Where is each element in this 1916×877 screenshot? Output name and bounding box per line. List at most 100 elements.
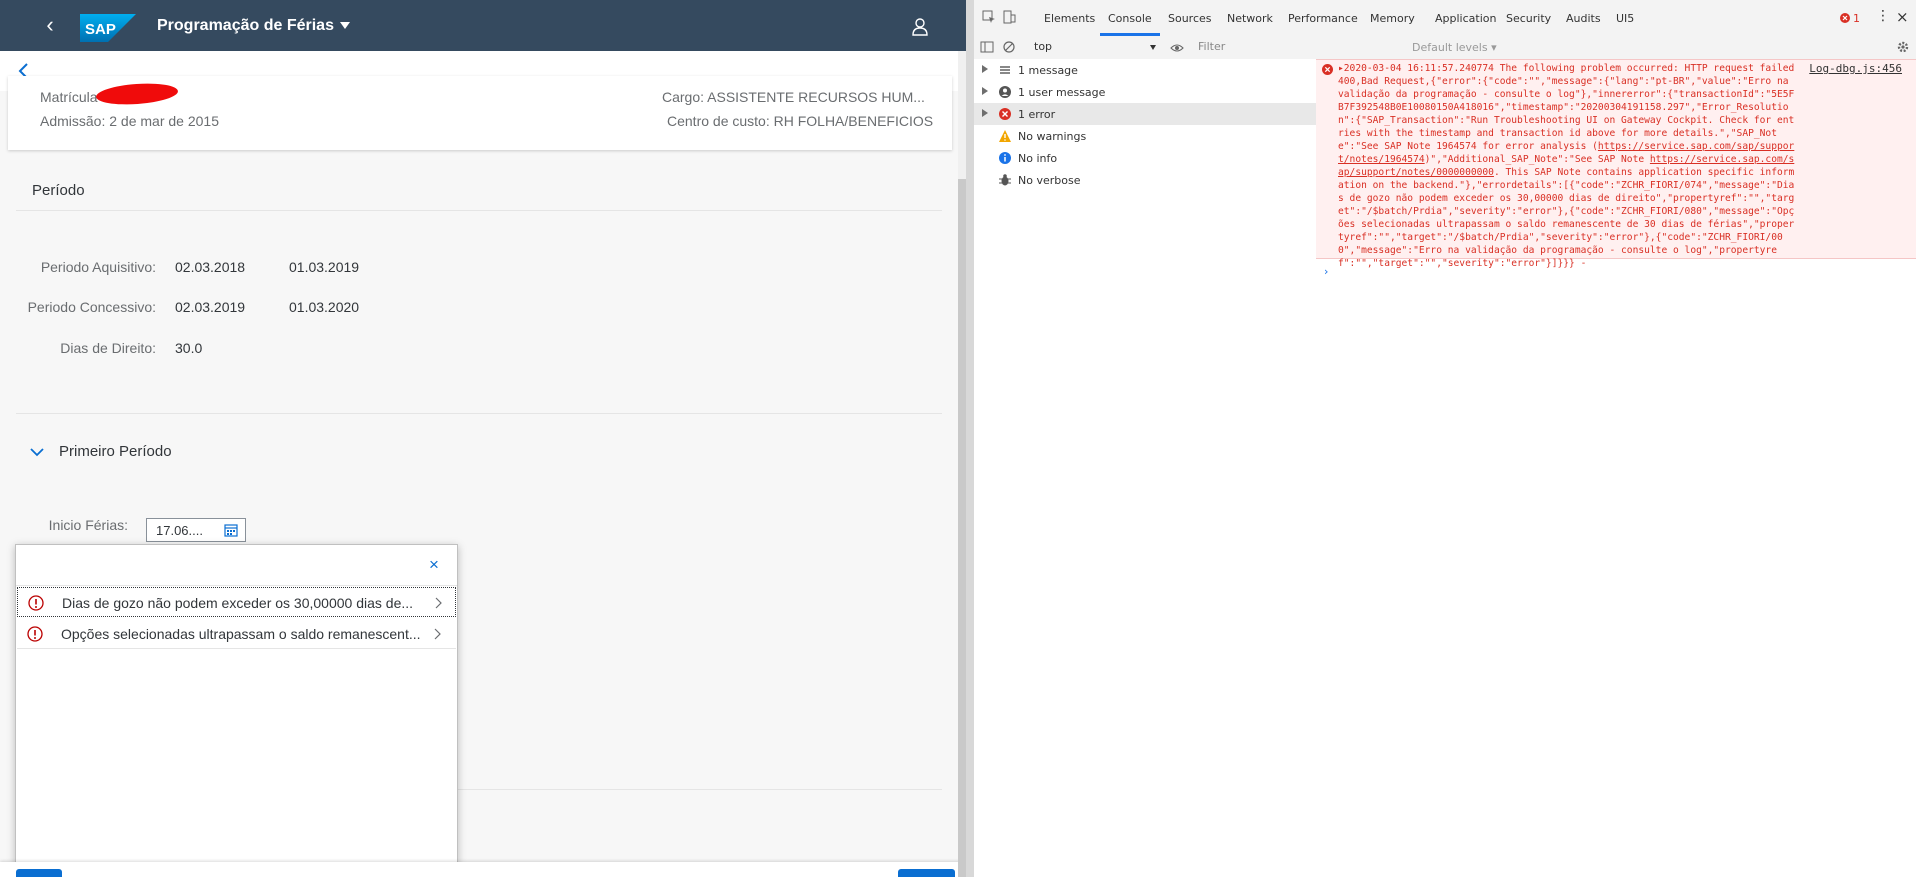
list-icon	[1000, 66, 1010, 74]
divider	[16, 413, 942, 414]
levels-label: Default levels	[1412, 41, 1488, 54]
expand-arrow-icon[interactable]	[982, 87, 988, 95]
sidebar-item-info[interactable]: No info	[974, 147, 1316, 169]
error-icon	[28, 595, 44, 611]
tab-performance[interactable]: Performance	[1288, 12, 1358, 25]
calendar-icon[interactable]	[224, 523, 238, 537]
tab-console[interactable]: Console	[1108, 12, 1152, 25]
scrollbar-thumb[interactable]	[958, 51, 966, 179]
inicio-ferias-value: 17.06....	[156, 523, 203, 538]
console-sidebar: 1 message 1 user message 1 error No warn…	[974, 59, 1317, 877]
inicio-ferias-label: Inicio Férias:	[48, 517, 128, 533]
device-toolbar-icon[interactable]	[1002, 10, 1016, 24]
sidebar-item-label: No info	[1018, 152, 1058, 165]
admissao-text: Admissão: 2 de mar de 2015	[40, 113, 219, 129]
close-icon[interactable]: ×	[426, 556, 442, 573]
sidebar-item-label: 1 error	[1018, 108, 1056, 121]
primeiro-periodo-title[interactable]: Primeiro Período	[59, 443, 172, 460]
expand-arrow-icon[interactable]	[982, 65, 988, 73]
matricula-label: Matrícula	[40, 89, 98, 105]
tab-elements[interactable]: Elements	[1044, 12, 1095, 25]
periodo-title: Período	[32, 182, 85, 199]
tab-security[interactable]: Security	[1506, 12, 1551, 25]
console-toolbar: top Filter Default levels ▾	[974, 36, 1916, 60]
source-link[interactable]: Log-dbg.js:456	[1809, 62, 1902, 75]
kebab-menu-icon[interactable]: ⋮	[1876, 8, 1890, 24]
footer-toolbar	[0, 862, 966, 877]
sidebar-item-warnings[interactable]: No warnings	[974, 125, 1316, 147]
devtools-tab-bar: Elements Console Sources Network Perform…	[974, 0, 1916, 37]
sidebar-item-verbose[interactable]: No verbose	[974, 169, 1316, 191]
sidebar-item-label: No verbose	[1018, 174, 1081, 187]
message-text: Dias de gozo não podem exceder os 30,000…	[62, 595, 414, 611]
chevron-right-icon	[434, 628, 441, 640]
tab-ui5[interactable]: UI5	[1616, 12, 1634, 25]
message-text: Opções selecionadas ultrapassam o saldo …	[61, 626, 421, 642]
user-circle-icon	[999, 86, 1011, 98]
error-badge-icon[interactable]	[1840, 13, 1850, 23]
centro-custo-text: Centro de custo: RH FOLHA/BENEFICIOS	[667, 113, 934, 129]
sap-app-pane: ‹ SAP Programação de Férias Matrícula Ad…	[0, 0, 966, 877]
error-text-part: ▸2020-03-04 16:11:57.240774 The followin…	[1338, 63, 1795, 152]
sidebar-item-messages[interactable]: 1 message	[974, 59, 1316, 81]
app-title-menu[interactable]: Programação de Férias	[157, 17, 350, 35]
close-devtools-icon[interactable]: ×	[1896, 8, 1909, 26]
clear-console-icon[interactable]	[1002, 40, 1016, 54]
concessivo-end: 01.03.2020	[289, 299, 360, 315]
expand-arrow-icon[interactable]	[982, 109, 988, 117]
caret-down-icon	[339, 22, 350, 30]
dias-direito-value: 30.0	[175, 340, 203, 356]
inicio-ferias-datepicker[interactable]: 17.06....	[146, 518, 246, 542]
sidebar-item-label: 1 message	[1018, 64, 1078, 77]
message-item-error[interactable]: Opções selecionadas ultrapassam o saldo …	[17, 619, 456, 649]
filter-input[interactable]: Filter	[1198, 40, 1378, 55]
error-text-part: )","Additional_SAP_Note":"See SAP Note	[1424, 154, 1650, 165]
sidebar-item-errors[interactable]: 1 error	[974, 103, 1316, 125]
sidebar-toggle-icon[interactable]	[980, 40, 994, 54]
pane-divider[interactable]	[966, 0, 974, 877]
concessivo-start: 02.03.2019	[175, 299, 246, 315]
error-count[interactable]: 1	[1853, 12, 1860, 25]
error-icon	[999, 108, 1011, 120]
shell-bar: ‹ SAP Programação de Férias	[0, 0, 966, 51]
sidebar-item-label: No warnings	[1018, 130, 1087, 143]
bug-icon	[999, 174, 1011, 186]
message-item-error[interactable]: Dias de gozo não podem exceder os 30,000…	[17, 587, 456, 617]
aquisitivo-end: 01.03.2019	[289, 259, 360, 275]
message-popover-button[interactable]	[16, 869, 62, 877]
chevron-down-icon[interactable]	[30, 447, 44, 457]
sap-logo[interactable]: SAP	[80, 14, 136, 42]
eye-icon[interactable]	[1170, 41, 1184, 55]
app-title: Programação de Férias	[157, 17, 334, 34]
console-error-message[interactable]: ▸2020-03-04 16:11:57.240774 The followin…	[1316, 59, 1916, 269]
tab-network[interactable]: Network	[1227, 12, 1273, 25]
tab-memory[interactable]: Memory	[1370, 12, 1415, 25]
sidebar-item-label: 1 user message	[1018, 86, 1106, 99]
divider	[16, 210, 942, 211]
periodo-aquisitivo-label: Periodo Aquisitivo:	[40, 259, 156, 275]
sidebar-item-user-messages[interactable]: 1 user message	[974, 81, 1316, 103]
shell-back-button[interactable]: ‹	[38, 14, 62, 38]
dias-direito-label: Dias de Direito:	[60, 340, 156, 356]
message-popover: × Dias de gozo não podem exceder os 30,0…	[15, 544, 458, 866]
popover-header-divider	[16, 585, 457, 586]
console-prompt[interactable]: ›	[1324, 265, 1328, 278]
console-output: ▸2020-03-04 16:11:57.240774 The followin…	[1316, 59, 1916, 877]
devtools-pane: Elements Console Sources Network Perform…	[974, 0, 1916, 877]
error-text: ▸2020-03-04 16:11:57.240774 The followin…	[1338, 62, 1796, 270]
aquisitivo-start: 02.03.2018	[175, 259, 246, 275]
log-levels-dropdown[interactable]: Default levels ▾	[1412, 41, 1497, 54]
user-icon[interactable]	[912, 18, 928, 36]
settings-gear-icon[interactable]	[1896, 40, 1910, 54]
tab-application[interactable]: Application	[1435, 12, 1496, 25]
context-selector[interactable]: top	[1034, 40, 1158, 55]
periodo-concessivo-label: Periodo Concessivo:	[27, 299, 156, 315]
context-value: top	[1034, 40, 1053, 53]
inspect-icon[interactable]	[982, 10, 996, 24]
save-button[interactable]	[898, 869, 955, 877]
info-icon	[999, 152, 1011, 164]
error-text-part: . This SAP Note contains application spe…	[1338, 167, 1795, 269]
tab-audits[interactable]: Audits	[1566, 12, 1601, 25]
error-icon	[27, 626, 43, 642]
tab-sources[interactable]: Sources	[1168, 12, 1212, 25]
